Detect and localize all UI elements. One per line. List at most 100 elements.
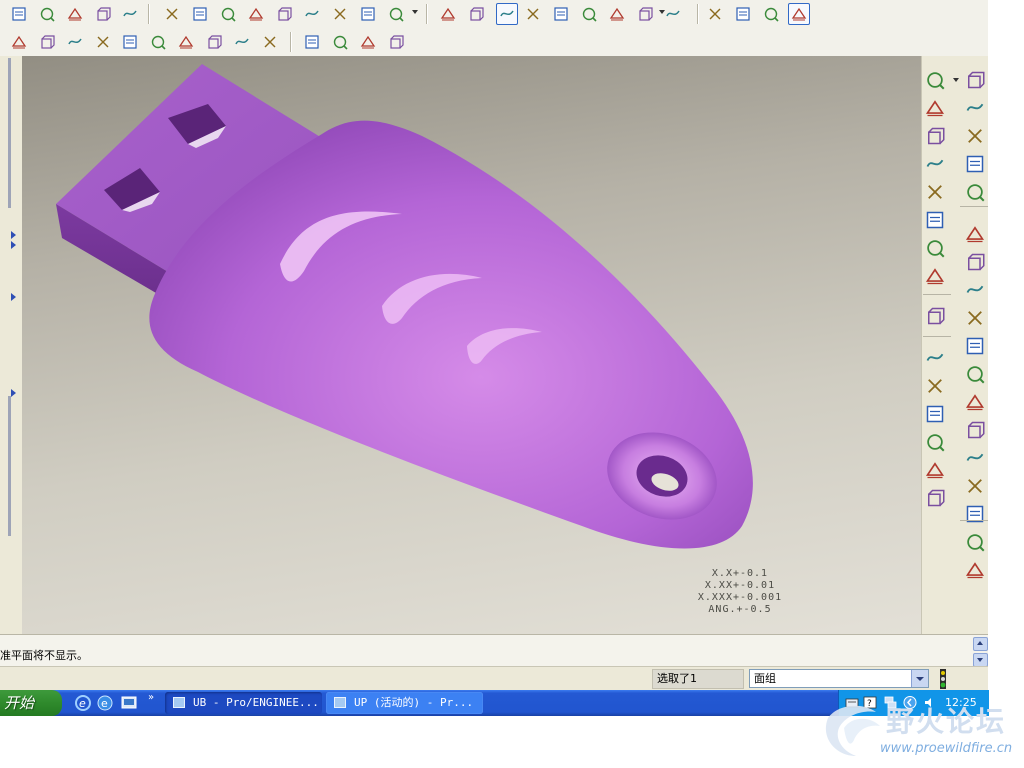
traffic-light-icon[interactable] <box>937 669 949 689</box>
refit-button[interactable] <box>578 3 600 25</box>
quicklaunch-chevron[interactable]: » <box>148 692 154 703</box>
project-button[interactable] <box>965 280 985 300</box>
rib-button[interactable] <box>925 404 945 424</box>
shading-button[interactable] <box>788 3 810 25</box>
dihedral-button[interactable] <box>231 31 253 53</box>
cylinder-button[interactable] <box>965 560 985 580</box>
reorient-button[interactable] <box>606 3 628 25</box>
no-hidden-button[interactable] <box>760 3 782 25</box>
reflection-button[interactable] <box>175 31 197 53</box>
taskbar-window-button-active[interactable]: UP (活动的) - Pr... <box>326 692 483 714</box>
copy-feature-button[interactable] <box>965 70 985 90</box>
axis-button[interactable] <box>925 182 945 202</box>
ie-alt-icon[interactable]: e <box>96 694 114 712</box>
blend-button[interactable] <box>965 392 985 412</box>
measure-button[interactable] <box>64 31 86 53</box>
save-button[interactable] <box>92 3 114 25</box>
scroll-up-button[interactable] <box>973 637 988 651</box>
sketch-button[interactable] <box>925 306 945 326</box>
open-file-button[interactable] <box>8 3 30 25</box>
solidify-button[interactable] <box>965 308 985 328</box>
orient-button[interactable] <box>465 3 487 25</box>
mirror-button[interactable] <box>965 98 985 118</box>
expand-arrow-icon[interactable] <box>11 241 16 249</box>
thicken-button[interactable] <box>965 336 985 356</box>
curve-button[interactable] <box>925 210 945 230</box>
annotation-caret[interactable] <box>659 10 665 14</box>
hole-icon <box>926 353 944 361</box>
datum-axis-display-button[interactable] <box>329 31 351 53</box>
trim-button[interactable] <box>965 154 985 174</box>
surface-analysis-button[interactable] <box>119 31 141 53</box>
navigator-collapsed-strip[interactable] <box>0 56 23 634</box>
wireframe-button[interactable] <box>704 3 726 25</box>
fill-button[interactable] <box>965 364 985 384</box>
datum-point-display-button[interactable] <box>357 31 379 53</box>
redo-button[interactable] <box>189 3 211 25</box>
coordinate-system-display-button[interactable] <box>385 31 407 53</box>
paste-button[interactable] <box>273 3 295 25</box>
sash-handle[interactable] <box>8 396 11 536</box>
chamfer-button[interactable] <box>925 488 945 508</box>
revolve-button[interactable] <box>965 504 985 524</box>
offset-button[interactable] <box>965 224 985 244</box>
expand-arrow-icon[interactable] <box>11 293 16 301</box>
saved-analysis-button[interactable] <box>259 31 281 53</box>
merge-button[interactable] <box>965 126 985 146</box>
desktop-icon[interactable] <box>120 694 138 712</box>
sash-handle[interactable] <box>8 58 11 208</box>
hole-button[interactable] <box>925 348 945 368</box>
copy-button[interactable] <box>245 3 267 25</box>
shell-button[interactable] <box>925 376 945 396</box>
section-button[interactable] <box>36 31 58 53</box>
datum-display-button[interactable] <box>496 3 518 25</box>
regenerate-button[interactable] <box>329 3 351 25</box>
graph-button[interactable] <box>147 31 169 53</box>
intersect-button[interactable] <box>965 252 985 272</box>
datum-axis-button[interactable] <box>925 98 945 118</box>
hidden-line-button[interactable] <box>732 3 754 25</box>
zoom-in-button[interactable] <box>522 3 544 25</box>
select-box-button[interactable] <box>385 3 407 25</box>
select-box-caret[interactable] <box>412 10 418 14</box>
extrude-button[interactable] <box>965 476 985 496</box>
open-folder-button[interactable] <box>64 3 86 25</box>
paste-special-button[interactable] <box>301 3 323 25</box>
taskbar-window-button[interactable]: UB - Pro/ENGINEE... <box>165 692 322 714</box>
annotation-button[interactable] <box>634 3 656 25</box>
layers-button[interactable] <box>662 3 684 25</box>
expand-arrow-icon[interactable] <box>11 231 16 239</box>
sketched-curve-button[interactable] <box>925 126 945 146</box>
find-button[interactable] <box>357 3 379 25</box>
analysis-feature-button[interactable] <box>925 266 945 286</box>
start-button[interactable]: 开始 <box>0 690 62 716</box>
extend-button[interactable] <box>965 182 985 202</box>
message-scrollbar[interactable] <box>973 637 988 667</box>
expand-arrow-icon[interactable] <box>11 389 16 397</box>
boundary-button[interactable] <box>965 420 985 440</box>
coordinate-point-button[interactable] <box>925 238 945 258</box>
ie-icon[interactable]: e <box>74 694 92 712</box>
usb-drive-model[interactable] <box>22 56 921 634</box>
shaded-curvature-button[interactable] <box>203 31 225 53</box>
draft-button[interactable] <box>925 432 945 452</box>
datum-plane-display-button[interactable] <box>301 31 323 53</box>
cut-button[interactable] <box>217 3 239 25</box>
undo-button[interactable] <box>161 3 183 25</box>
round-button[interactable] <box>925 460 945 480</box>
selection-filter-dropdown[interactable]: 面组 <box>749 669 929 688</box>
datum-point-button[interactable] <box>925 70 945 90</box>
spin-center-button[interactable] <box>437 3 459 25</box>
style-button[interactable] <box>965 448 985 468</box>
curvature-button[interactable] <box>92 31 114 53</box>
zoom-out-button[interactable] <box>550 3 572 25</box>
datum-plane-button[interactable] <box>925 154 945 174</box>
draft-check-button[interactable] <box>8 31 30 53</box>
chevron-down-icon[interactable] <box>911 670 928 687</box>
new-file-button[interactable] <box>36 3 58 25</box>
scroll-down-button[interactable] <box>973 653 988 667</box>
add-button[interactable] <box>965 532 985 552</box>
print-button[interactable] <box>119 3 141 25</box>
graphics-viewport[interactable]: X.X+-0.1 X.XX+-0.01 X.XXX+-0.001 ANG.+-0… <box>22 56 921 634</box>
datum-point-caret[interactable] <box>953 78 959 82</box>
